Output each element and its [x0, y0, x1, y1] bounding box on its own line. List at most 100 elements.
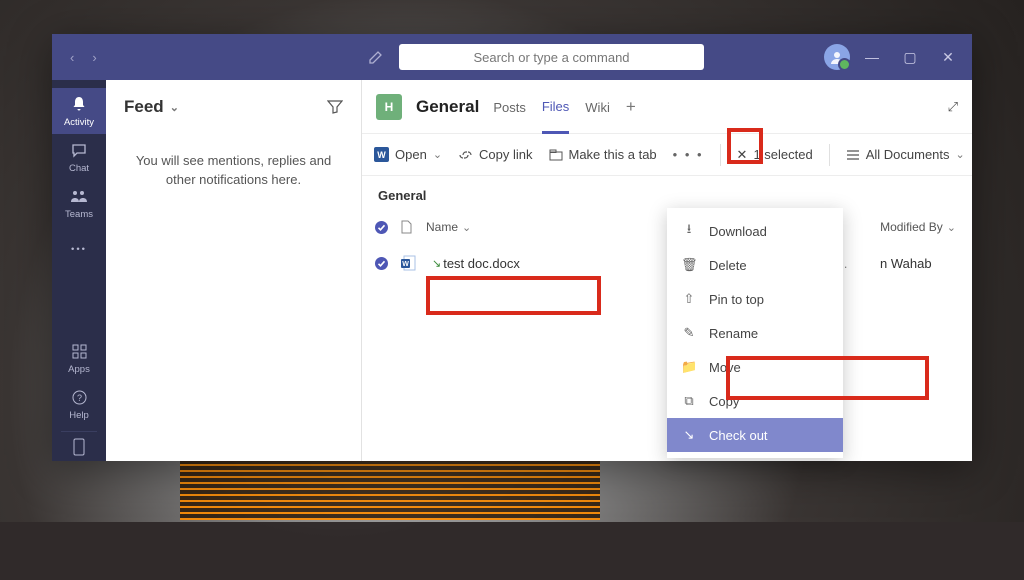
rail-apps[interactable]: Apps — [52, 335, 106, 381]
rail-activity[interactable]: Activity — [52, 88, 106, 134]
add-tab-button[interactable]: + — [626, 97, 636, 117]
menu-checkout-label: Check out — [709, 428, 768, 443]
menu-delete-label: Delete — [709, 258, 747, 273]
channel-pane: H General Posts Files Wiki + ⤢ W Open ⌄ — [362, 80, 972, 461]
tab-files[interactable]: Files — [542, 81, 569, 134]
menu-download[interactable]: ⭳ Download — [667, 214, 843, 248]
breadcrumb[interactable]: General — [362, 176, 972, 211]
channel-header: H General Posts Files Wiki + ⤢ — [362, 80, 972, 134]
file-name[interactable]: test doc.docx — [443, 256, 520, 271]
rail-chat[interactable]: Chat — [52, 134, 106, 180]
menu-copy-label: Copy — [709, 394, 739, 409]
link-icon — [458, 149, 473, 161]
tab-icon — [549, 149, 563, 161]
copy-link-button[interactable]: Copy link — [458, 147, 532, 162]
apps-icon — [69, 341, 89, 361]
feed-header: Feed ⌄ — [106, 80, 361, 134]
rail-apps-label: Apps — [68, 364, 90, 375]
column-name-label: Name — [426, 220, 458, 234]
checkout-icon: ↘ — [681, 427, 697, 443]
select-all-checkbox[interactable] — [374, 220, 400, 235]
chevron-down-icon: ⌄ — [947, 221, 956, 234]
open-button[interactable]: W Open ⌄ — [374, 147, 442, 162]
titlebar: ‹ › Search or type a command — ▢ ✕ — [52, 34, 972, 80]
menu-pin[interactable]: ⇧ Pin to top — [667, 282, 843, 316]
trash-icon: 🗑 — [681, 257, 697, 273]
avatar[interactable] — [824, 44, 850, 70]
teams-window: ‹ › Search or type a command — ▢ ✕ Activ… — [52, 34, 972, 461]
search-input[interactable]: Search or type a command — [399, 44, 704, 70]
window-controls: — ▢ ✕ — [862, 49, 958, 66]
channel-avatar: H — [376, 94, 402, 120]
rail-teams-label: Teams — [65, 209, 93, 220]
chevron-down-icon: ⌄ — [956, 148, 965, 161]
nav-back-icon[interactable]: ‹ — [70, 50, 74, 65]
search-placeholder: Search or type a command — [473, 50, 629, 65]
file-modified-by: n Wahab — [880, 256, 960, 271]
chevron-down-icon: ⌄ — [462, 221, 471, 234]
channel-name: General — [416, 97, 479, 117]
feed-column: Feed ⌄ You will see mentions, replies an… — [106, 80, 362, 461]
open-label: Open — [395, 147, 427, 162]
menu-checkout[interactable]: ↘ Check out — [667, 418, 843, 452]
word-file-icon: W — [400, 255, 426, 271]
menu-copy[interactable]: ⧉ Copy — [667, 384, 843, 418]
menu-delete[interactable]: 🗑 Delete — [667, 248, 843, 282]
copy-link-label: Copy link — [479, 147, 532, 162]
menu-rename-label: Rename — [709, 326, 758, 341]
feed-dropdown[interactable]: Feed ⌄ — [124, 97, 179, 117]
expand-icon[interactable]: ⤢ — [948, 99, 958, 115]
rail-teams[interactable]: Teams — [52, 180, 106, 226]
tab-wiki[interactable]: Wiki — [585, 80, 610, 133]
feed-empty-message: You will see mentions, replies and other… — [106, 134, 361, 208]
close-icon: ✕ — [737, 147, 748, 163]
chevron-down-icon: ⌄ — [170, 101, 179, 114]
view-selector[interactable]: All Documents ⌄ — [846, 147, 965, 162]
menu-download-label: Download — [709, 224, 767, 239]
more-icon: ••• — [69, 239, 89, 259]
rail-more[interactable]: ••• — [52, 226, 106, 272]
pin-icon: ⇧ — [681, 291, 697, 307]
minimize-button[interactable]: — — [862, 49, 882, 66]
divider — [720, 144, 721, 166]
app-rail: Activity Chat Teams ••• — [52, 80, 106, 461]
nav-arrows: ‹ › — [70, 50, 97, 65]
column-modified-by-label: Modified By — [880, 220, 943, 234]
make-tab-label: Make this a tab — [569, 147, 657, 162]
word-icon: W — [374, 147, 389, 162]
list-icon — [846, 149, 860, 161]
new-message-icon[interactable] — [365, 46, 387, 68]
selected-label: 1 selected — [753, 147, 812, 162]
download-icon: ⭳ — [681, 220, 697, 242]
feed-title: Feed — [124, 97, 164, 117]
tab-posts[interactable]: Posts — [493, 80, 526, 133]
rename-icon: ✎ — [681, 325, 697, 341]
column-modified-by[interactable]: Modified By ⌄ — [880, 220, 956, 234]
file-type-column-icon — [400, 220, 426, 234]
rail-help-label: Help — [69, 410, 89, 421]
rail-help[interactable]: ? Help — [52, 381, 106, 427]
menu-move[interactable]: 📁 Move — [667, 350, 843, 384]
svg-text:W: W — [402, 261, 409, 268]
context-menu: ⭳ Download 🗑 Delete ⇧ Pin to top ✎ Renam… — [667, 208, 843, 458]
menu-rename[interactable]: ✎ Rename — [667, 316, 843, 350]
maximize-button[interactable]: ▢ — [900, 49, 920, 66]
clear-selection-button[interactable]: ✕ 1 selected — [737, 147, 813, 163]
bell-icon — [69, 94, 89, 114]
view-label: All Documents — [866, 147, 950, 162]
filter-icon[interactable] — [327, 100, 343, 114]
rail-device-icon[interactable] — [61, 431, 97, 461]
row-checkbox[interactable] — [374, 256, 400, 271]
copy-icon: ⧉ — [681, 393, 697, 409]
close-button[interactable]: ✕ — [938, 49, 958, 66]
menu-pin-label: Pin to top — [709, 292, 764, 307]
more-actions-button[interactable]: • • • — [673, 147, 704, 162]
nav-forward-icon[interactable]: › — [92, 50, 96, 65]
file-command-bar: W Open ⌄ Copy link Make this a tab • — [362, 134, 972, 176]
menu-move-label: Move — [709, 360, 741, 375]
help-icon: ? — [69, 387, 89, 407]
column-name[interactable]: Name ⌄ — [426, 220, 471, 234]
chat-icon — [69, 140, 89, 160]
make-tab-button[interactable]: Make this a tab — [549, 147, 657, 162]
chevron-down-icon: ⌄ — [433, 148, 442, 161]
